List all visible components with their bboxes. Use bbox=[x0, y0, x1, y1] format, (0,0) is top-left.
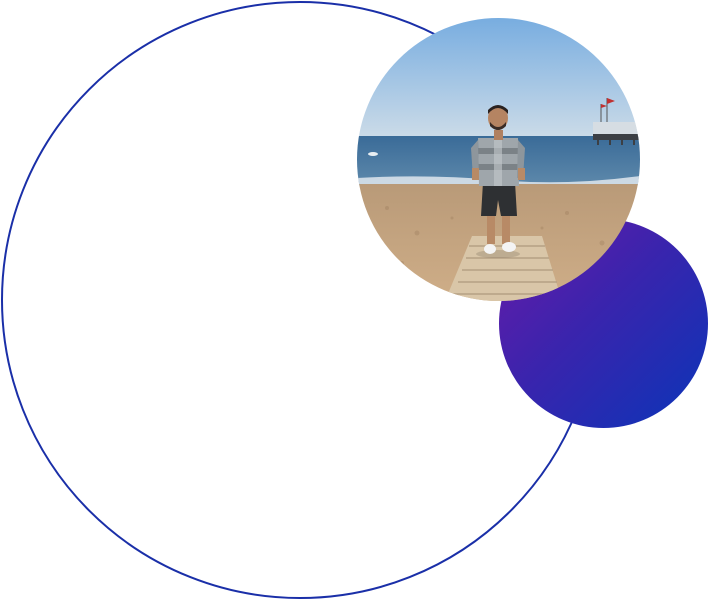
boat bbox=[368, 152, 378, 156]
profile-photo bbox=[357, 18, 640, 301]
beach-photo-illustration bbox=[357, 18, 640, 301]
hero-decoration bbox=[0, 0, 709, 604]
